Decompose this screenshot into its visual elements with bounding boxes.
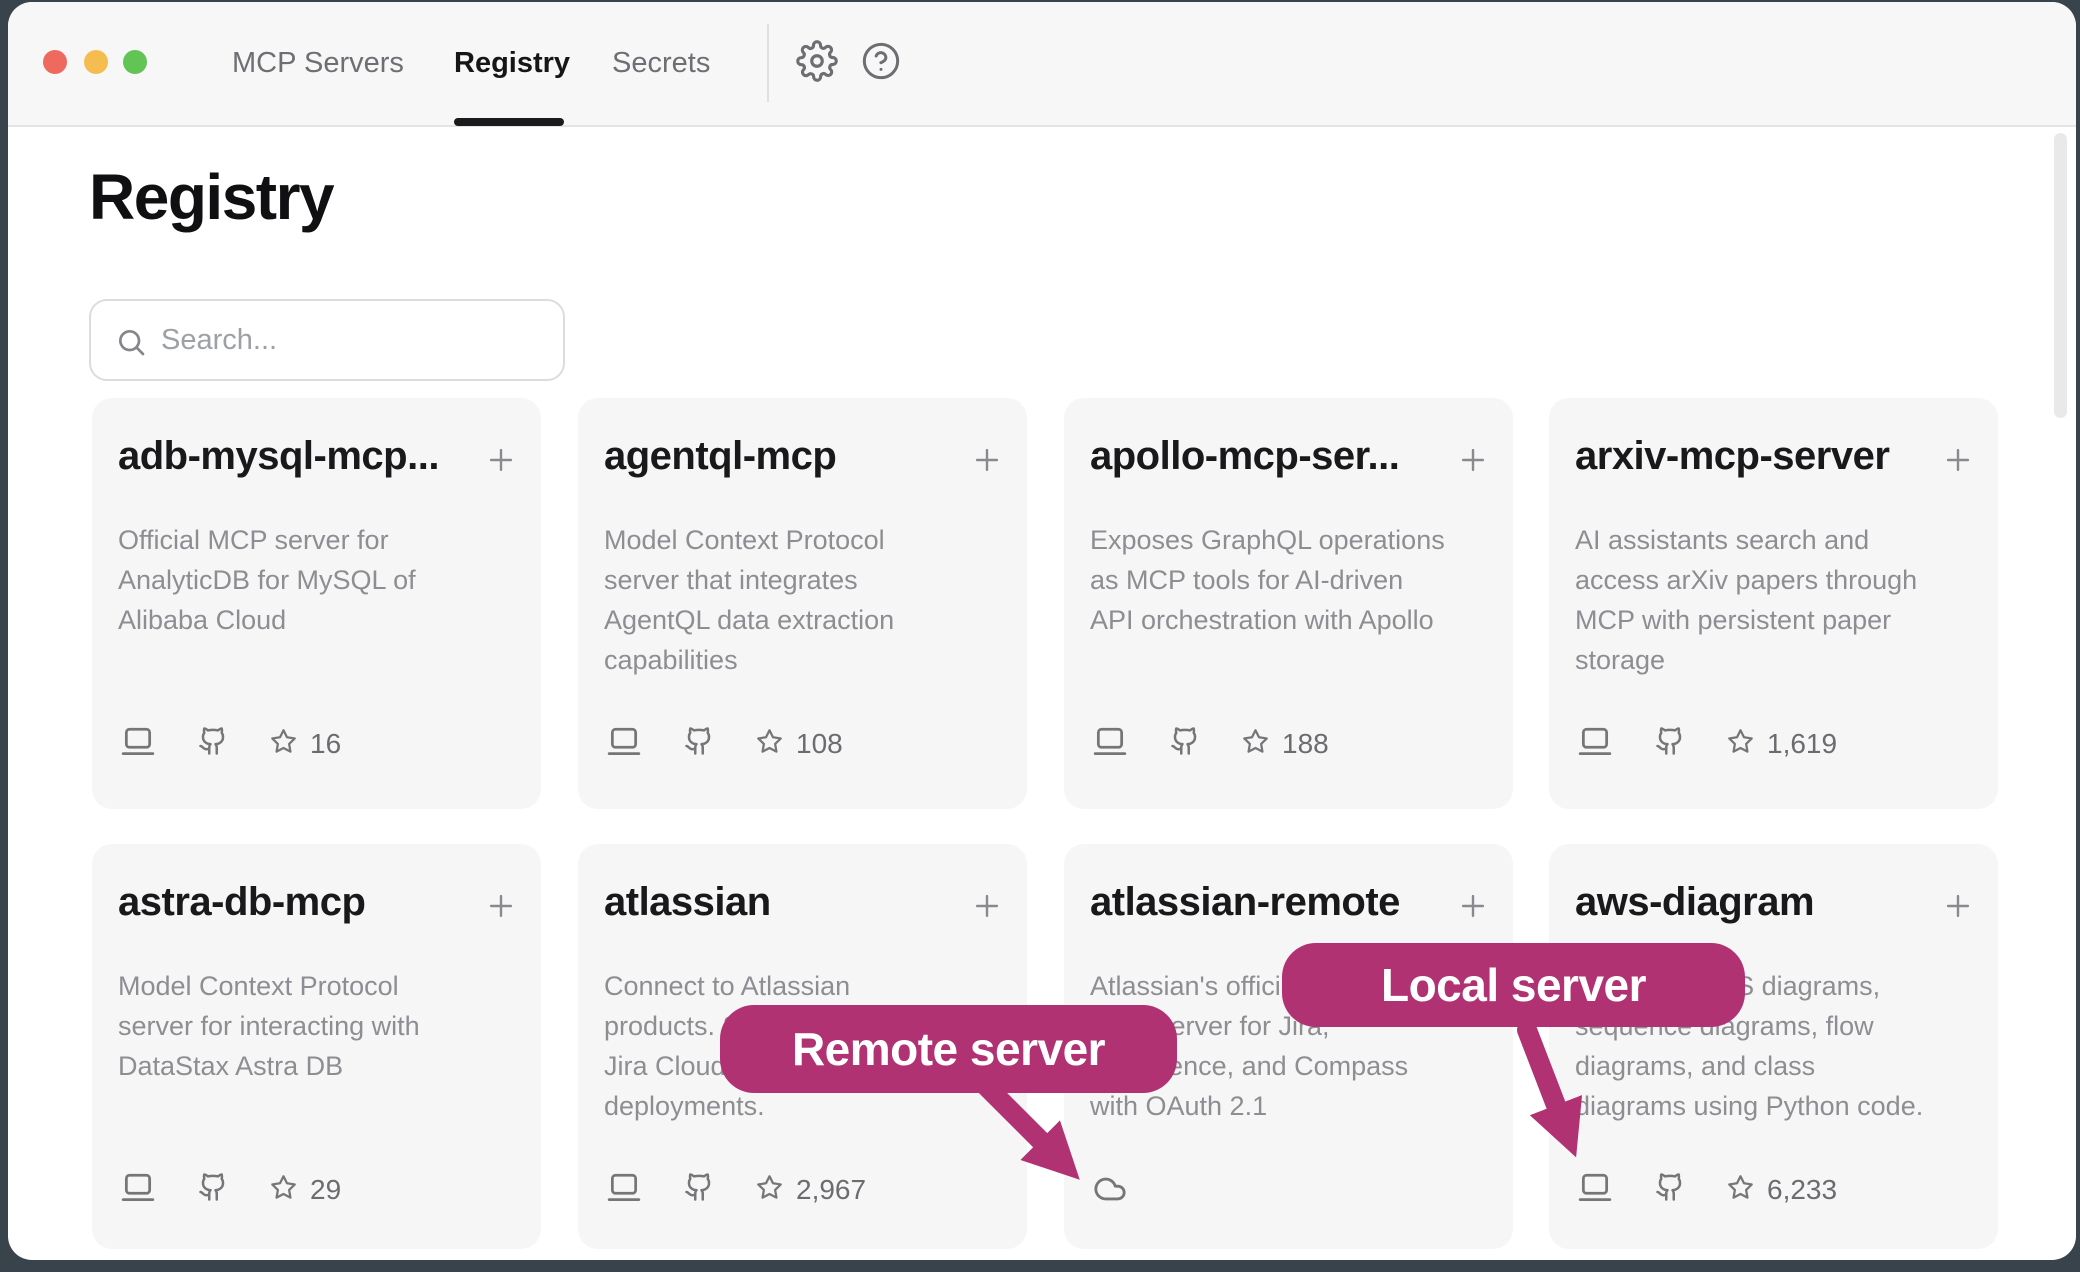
minimize-window-button[interactable]	[84, 50, 108, 74]
add-server-button[interactable]	[481, 886, 521, 926]
server-card-astra-db-mcp[interactable]: astra-db-mcp Model Context Protocol serv…	[92, 844, 541, 1249]
local-server-annotation-badge: Local server	[1282, 943, 1745, 1027]
github-icon	[1170, 726, 1200, 761]
github-icon	[198, 726, 228, 761]
add-server-button[interactable]	[967, 440, 1007, 480]
laptop-icon	[606, 726, 642, 763]
server-card-aws-diagram[interactable]: aws-diagram Generate AWS diagrams, seque…	[1549, 844, 1998, 1249]
search-box	[89, 299, 565, 381]
server-description: Official MCP server for AnalyticDB for M…	[118, 520, 416, 640]
add-server-button[interactable]	[1938, 886, 1978, 926]
server-description: Model Context Protocol server for intera…	[118, 966, 420, 1086]
github-icon	[1655, 726, 1685, 761]
server-name: arxiv-mcp-server	[1575, 434, 1889, 479]
gear-icon	[796, 40, 838, 85]
star-count: 6,233	[1767, 1174, 1837, 1206]
github-icon	[684, 726, 714, 761]
page-title: Registry	[89, 160, 333, 234]
star-icon	[1242, 728, 1269, 760]
github-icon	[1655, 1172, 1685, 1207]
star-icon	[756, 728, 783, 760]
tab-mcp-servers[interactable]: MCP Servers	[232, 2, 404, 125]
add-server-button[interactable]	[481, 440, 521, 480]
vertical-scrollbar[interactable]	[2054, 133, 2067, 418]
tab-registry[interactable]: Registry	[454, 2, 570, 125]
remote-server-annotation-label: Remote server	[792, 1022, 1105, 1076]
card-footer	[1090, 1172, 1490, 1208]
server-description: Model Context Protocol server that integ…	[604, 520, 894, 680]
card-footer: 108	[604, 726, 1004, 762]
star-icon	[1727, 728, 1754, 760]
add-server-button[interactable]	[1938, 440, 1978, 480]
card-footer: 6,233	[1575, 1172, 1975, 1208]
star-icon	[270, 728, 297, 760]
server-card-adb-mysql-mcp[interactable]: adb-mysql-mcp... Official MCP server for…	[92, 398, 541, 809]
star-count: 1,619	[1767, 728, 1837, 760]
server-name: adb-mysql-mcp...	[118, 434, 439, 479]
laptop-icon	[120, 1172, 156, 1209]
laptop-icon	[1092, 726, 1128, 763]
card-footer: 188	[1090, 726, 1490, 762]
star-icon	[756, 1174, 783, 1206]
server-card-arxiv-mcp-server[interactable]: arxiv-mcp-server AI assistants search an…	[1549, 398, 1998, 809]
toolbar-divider	[767, 24, 769, 102]
card-footer: 29	[118, 1172, 518, 1208]
card-footer: 16	[118, 726, 518, 762]
add-server-button[interactable]	[967, 886, 1007, 926]
title-bar: MCP Servers Registry Secrets	[8, 2, 2076, 127]
server-description: AI assistants search and access arXiv pa…	[1575, 520, 1917, 680]
add-server-button[interactable]	[1453, 886, 1493, 926]
server-name: aws-diagram	[1575, 880, 1814, 925]
remote-server-annotation-badge: Remote server	[720, 1005, 1177, 1093]
star-count: 2,967	[796, 1174, 866, 1206]
star-count: 108	[796, 728, 843, 760]
star-count: 188	[1282, 728, 1329, 760]
cloud-icon	[1090, 1172, 1130, 1211]
github-icon	[684, 1172, 714, 1207]
github-icon	[198, 1172, 228, 1207]
server-card-apollo-mcp-server[interactable]: apollo-mcp-ser... Exposes GraphQL operat…	[1064, 398, 1513, 809]
star-count: 29	[310, 1174, 341, 1206]
star-count: 16	[310, 728, 341, 760]
tab-registry-label: Registry	[454, 47, 570, 80]
help-button[interactable]	[859, 40, 903, 84]
server-card-agentql-mcp[interactable]: agentql-mcp Model Context Protocol serve…	[578, 398, 1027, 809]
server-name: atlassian	[604, 880, 771, 925]
server-name: astra-db-mcp	[118, 880, 365, 925]
local-server-annotation-label: Local server	[1381, 958, 1646, 1012]
settings-button[interactable]	[795, 40, 839, 84]
maximize-window-button[interactable]	[123, 50, 147, 74]
close-window-button[interactable]	[43, 50, 67, 74]
star-icon	[270, 1174, 297, 1206]
laptop-icon	[1577, 726, 1613, 763]
tab-mcp-servers-label: MCP Servers	[232, 47, 404, 80]
server-description: Exposes GraphQL operations as MCP tools …	[1090, 520, 1445, 640]
laptop-icon	[1577, 1172, 1613, 1209]
star-icon	[1727, 1174, 1754, 1206]
add-server-button[interactable]	[1453, 440, 1493, 480]
server-name: apollo-mcp-ser...	[1090, 434, 1399, 479]
laptop-icon	[606, 1172, 642, 1209]
server-name: atlassian-remote	[1090, 880, 1400, 925]
app-window: MCP Servers Registry Secrets	[8, 2, 2076, 1260]
search-input[interactable]	[161, 301, 551, 379]
server-name: agentql-mcp	[604, 434, 836, 479]
laptop-icon	[120, 726, 156, 763]
card-footer: 1,619	[1575, 726, 1975, 762]
active-tab-indicator	[454, 118, 564, 126]
tab-secrets-label: Secrets	[612, 47, 710, 80]
card-footer: 2,967	[604, 1172, 1004, 1208]
help-circle-icon	[861, 41, 901, 84]
tab-secrets[interactable]: Secrets	[612, 2, 710, 125]
